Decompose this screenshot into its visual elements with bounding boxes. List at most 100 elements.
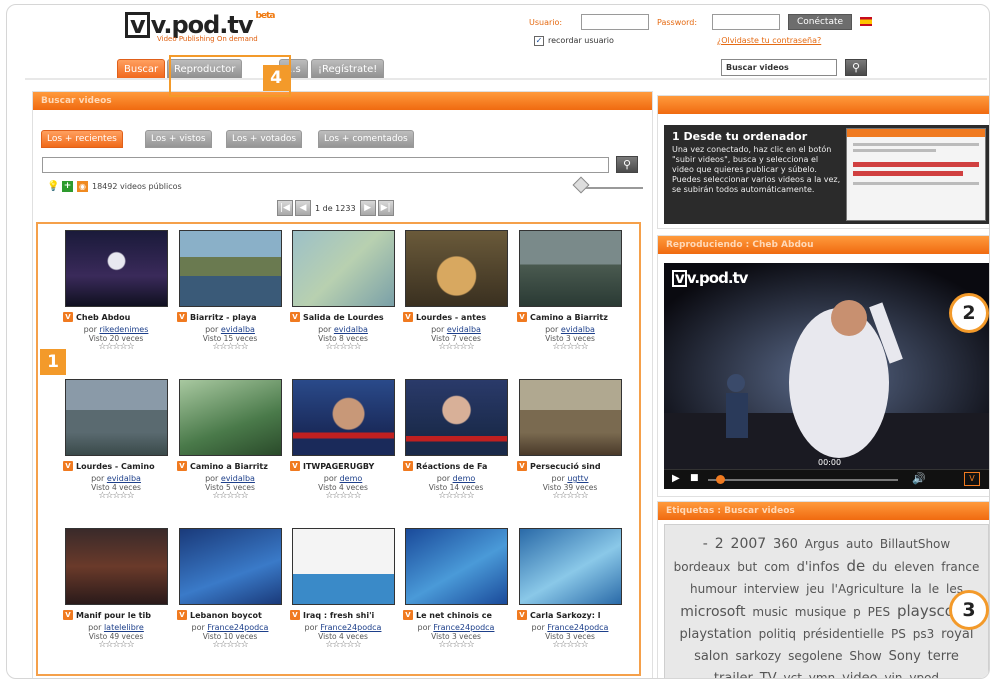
subtab-comentados[interactable]: Los + comentados: [318, 130, 414, 148]
tag-link[interactable]: eleven: [894, 560, 934, 574]
tab-buscar[interactable]: Buscar: [117, 59, 166, 79]
author-link[interactable]: evidalba: [447, 325, 481, 334]
video-card[interactable]: V Lourdes - antes por evidalba Visto 7 ve…: [400, 230, 512, 352]
tag-link[interactable]: présidentielle: [803, 627, 884, 641]
author-link[interactable]: evidalba: [107, 474, 141, 483]
video-search-input[interactable]: [42, 157, 609, 173]
video-card[interactable]: V Lebanon boycot por France24podca Visto …: [174, 528, 286, 650]
video-thumbnail[interactable]: [291, 528, 395, 605]
author-link[interactable]: France24podca: [547, 623, 608, 632]
rating-stars[interactable]: ☆☆☆☆☆: [514, 492, 626, 501]
tag-link[interactable]: interview: [744, 582, 800, 596]
author-link[interactable]: ugttv: [567, 474, 588, 483]
video-title[interactable]: Manif pour le tib: [76, 611, 151, 620]
tag-link[interactable]: music: [752, 605, 787, 619]
subtab-votados[interactable]: Los + votados: [226, 130, 303, 148]
video-title[interactable]: Camino a Biarritz: [530, 313, 608, 322]
rating-stars[interactable]: ☆☆☆☆☆: [514, 641, 626, 650]
tag-link[interactable]: p: [853, 605, 861, 619]
rating-stars[interactable]: ☆☆☆☆☆: [174, 641, 286, 650]
video-thumbnail[interactable]: [404, 528, 508, 605]
tag-link[interactable]: bordeaux: [674, 560, 731, 574]
rating-stars[interactable]: ☆☆☆☆☆: [174, 343, 286, 352]
tag-link[interactable]: vin: [884, 671, 902, 678]
video-thumbnail[interactable]: [291, 379, 395, 456]
tag-link[interactable]: vct: [784, 671, 802, 678]
rating-stars[interactable]: ☆☆☆☆☆: [174, 492, 286, 501]
tag-link[interactable]: com: [764, 560, 790, 574]
tag-link[interactable]: PES: [868, 605, 890, 619]
rss-icon[interactable]: ◉: [77, 181, 88, 192]
author-link[interactable]: France24podca: [207, 623, 268, 632]
author-link[interactable]: evidalba: [334, 325, 368, 334]
tab-registrate[interactable]: ¡Regístrate!: [311, 59, 385, 79]
video-title[interactable]: ITWPAGERUGBY: [303, 462, 374, 471]
tag-link[interactable]: jeu: [806, 582, 824, 596]
video-thumbnail[interactable]: [64, 230, 168, 307]
video-title[interactable]: Biarritz - playa: [190, 313, 256, 322]
video-title[interactable]: Cheb Abdou: [76, 313, 130, 322]
author-link[interactable]: latelelibre: [104, 623, 144, 632]
tag-link[interactable]: vmn: [809, 671, 835, 678]
tag-link[interactable]: segolene: [788, 649, 842, 663]
rating-stars[interactable]: ☆☆☆☆☆: [287, 492, 399, 501]
video-thumbnail[interactable]: [64, 528, 168, 605]
rating-stars[interactable]: ☆☆☆☆☆: [287, 343, 399, 352]
video-title[interactable]: Salida de Lourdes: [303, 313, 384, 322]
size-slider-track[interactable]: [581, 187, 643, 189]
remember-checkbox[interactable]: ✓: [534, 36, 544, 46]
tag-link[interactable]: politiq: [759, 627, 796, 641]
rating-stars[interactable]: ☆☆☆☆☆: [287, 641, 399, 650]
video-card[interactable]: V Iraq : fresh shi'i por France24podca Vi…: [287, 528, 399, 650]
play-icon[interactable]: ▶: [672, 473, 680, 484]
rating-stars[interactable]: ☆☆☆☆☆: [400, 343, 512, 352]
author-link[interactable]: evidalba: [221, 474, 255, 483]
video-card[interactable]: V Le net chinois ce por France24podca Vis…: [400, 528, 512, 650]
video-thumbnail[interactable]: [404, 230, 508, 307]
video-title[interactable]: Lourdes - Camino: [76, 462, 155, 471]
subtab-recientes[interactable]: Los + recientes: [41, 130, 123, 148]
volume-icon[interactable]: 🔊: [912, 472, 926, 485]
next-page-button[interactable]: ▶: [359, 200, 376, 216]
video-title[interactable]: Réactions de Fa: [416, 462, 487, 471]
video-title[interactable]: Iraq : fresh shi'i: [303, 611, 374, 620]
video-card[interactable]: V Camino a Biarritz por evidalba Visto 5 …: [174, 379, 286, 501]
author-link[interactable]: France24podca: [320, 623, 381, 632]
video-card[interactable]: V Lourdes - Camino por evidalba Visto 4 v…: [60, 379, 172, 501]
author-link[interactable]: demo: [453, 474, 476, 483]
logo-button-icon[interactable]: V: [964, 472, 980, 486]
tag-link[interactable]: d'infos: [797, 560, 840, 575]
video-title[interactable]: Persecució sind: [530, 462, 601, 471]
tag-link[interactable]: sarkozy: [735, 649, 781, 663]
connect-button[interactable]: Conéctate: [788, 14, 852, 30]
rating-stars[interactable]: ☆☆☆☆☆: [60, 492, 172, 501]
video-thumbnail[interactable]: [291, 230, 395, 307]
rating-stars[interactable]: ☆☆☆☆☆: [60, 641, 172, 650]
video-card[interactable]: V Camino a Biarritz por evidalba Visto 3 …: [514, 230, 626, 352]
author-link[interactable]: evidalba: [561, 325, 595, 334]
author-link[interactable]: France24podca: [433, 623, 494, 632]
tag-link[interactable]: humour: [690, 582, 737, 596]
video-thumbnail[interactable]: [518, 379, 622, 456]
rating-stars[interactable]: ☆☆☆☆☆: [60, 343, 172, 352]
prev-page-button[interactable]: ◀: [295, 200, 311, 216]
search-icon[interactable]: ⚲: [616, 156, 638, 173]
tag-link[interactable]: PS: [891, 627, 906, 641]
video-card[interactable]: V Persecució sind por ugttv Visto 39 vece…: [514, 379, 626, 501]
tag-link[interactable]: BillautShow: [880, 537, 950, 551]
author-link[interactable]: rikedenimes: [99, 325, 148, 334]
video-title[interactable]: Camino a Biarritz: [190, 462, 268, 471]
forgot-password-link[interactable]: ¿Olvidaste tu contraseña?: [717, 36, 821, 45]
tag-link[interactable]: trailer: [714, 671, 753, 678]
header-search-input[interactable]: Buscar videos: [721, 59, 837, 76]
tag-link[interactable]: Show: [849, 649, 881, 663]
tag-link[interactable]: musique: [795, 605, 847, 619]
tag-link[interactable]: vpod: [909, 671, 939, 678]
author-link[interactable]: demo: [340, 474, 363, 483]
tag-link[interactable]: but: [737, 560, 757, 574]
video-thumbnail[interactable]: [404, 379, 508, 456]
tag-link[interactable]: video: [842, 671, 878, 678]
tag-link[interactable]: de: [846, 557, 865, 575]
tag-link[interactable]: 2007: [731, 536, 767, 552]
tag-link[interactable]: du: [872, 560, 887, 574]
